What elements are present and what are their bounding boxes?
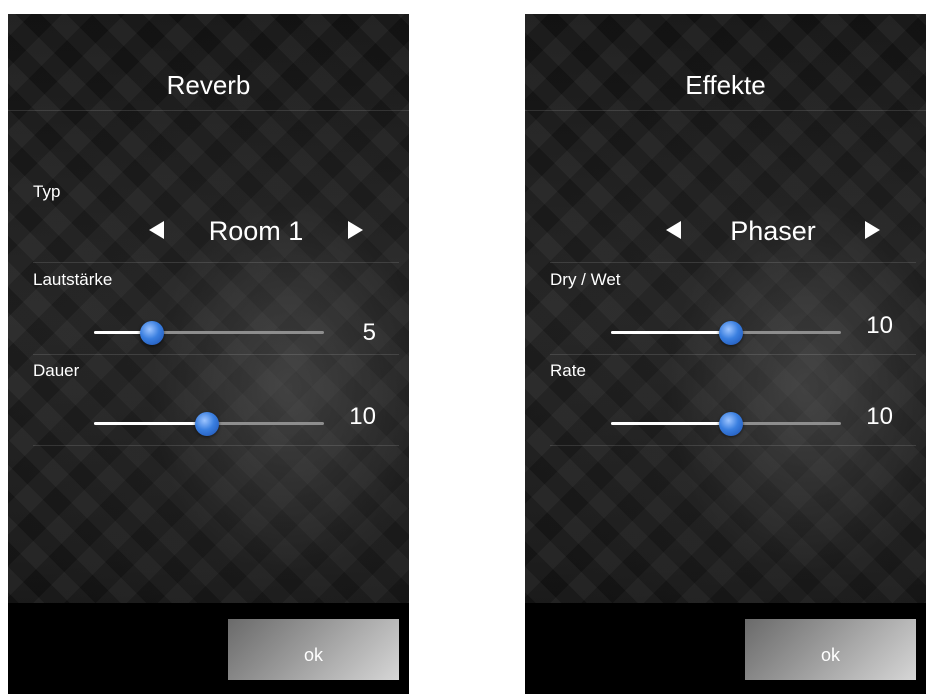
volume-slider[interactable] [94,319,324,347]
slider-fill [611,331,731,334]
section-divider [33,445,399,446]
duration-value: 10 [349,403,376,430]
section-divider [550,354,916,355]
duration-slider[interactable] [94,410,324,438]
dialog-title: Effekte [525,14,926,110]
slider-thumb[interactable] [718,412,743,436]
reverb-dialog: Reverb Typ Room 1 Lautstärke 5 Dauer 10 … [8,14,409,694]
slider-fill [611,422,731,425]
dialog-footer: ok [525,603,926,694]
next-effect-button[interactable] [865,221,880,239]
dry-wet-value: 10 [866,312,893,339]
dialog-title-text: Effekte [685,70,766,100]
dry-wet-slider[interactable] [611,319,841,347]
slider-thumb[interactable] [718,321,743,345]
type-value: Room 1 [208,216,304,246]
previous-type-button[interactable] [149,221,164,239]
effect-value: Phaser [730,216,816,246]
volume-value: 5 [362,319,376,346]
dialog-title-text: Reverb [166,70,251,100]
previous-effect-button[interactable] [666,221,681,239]
next-type-button[interactable] [348,221,363,239]
title-divider [8,110,409,111]
ok-button[interactable]: ok [228,619,399,680]
duration-label: Dauer [33,361,80,380]
dialog-footer: ok [8,603,409,694]
rate-slider[interactable] [611,410,841,438]
section-divider [550,262,916,263]
section-divider [33,354,399,355]
rate-label: Rate [550,361,586,380]
section-divider [550,445,916,446]
rate-value: 10 [866,403,893,430]
volume-label: Lautstärke [33,270,113,289]
type-label: Typ [33,182,61,201]
slider-thumb[interactable] [139,321,164,345]
ok-button[interactable]: ok [745,619,916,680]
section-divider [33,262,399,263]
slider-fill [94,422,207,425]
title-divider [525,110,926,111]
dialog-title: Reverb [8,14,409,110]
slider-thumb[interactable] [194,412,219,436]
dry-wet-label: Dry / Wet [550,270,621,289]
effects-dialog: Effekte Phaser Dry / Wet 10 Rate 10 ok [525,14,926,694]
